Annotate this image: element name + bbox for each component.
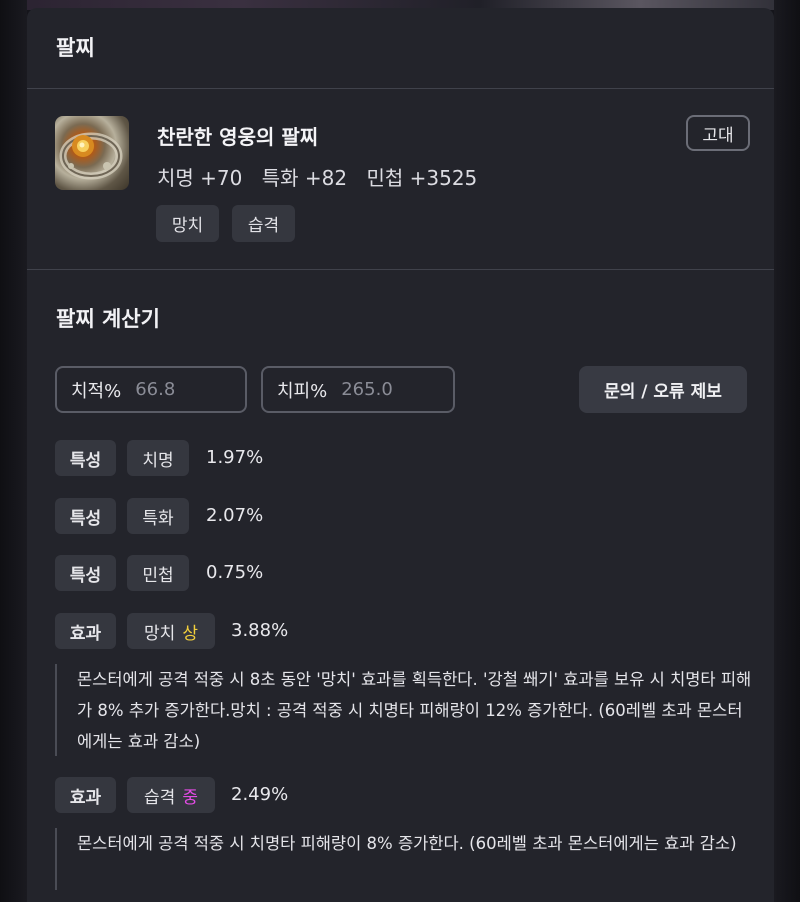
item-tag-raid: 습격 [232, 205, 295, 242]
item-tag-hammer: 망치 [156, 205, 219, 242]
row-kind-label: 특성 [55, 440, 116, 476]
effect-name: 습격 [144, 787, 176, 808]
row-kind-label: 특성 [55, 498, 116, 534]
row-percent: 2.07% [206, 505, 264, 526]
bracelet-panel: 팔찌 찬란한 영웅의 팔찌 치명 +70 특화 +82 민첩 +3525 고대 … [27, 8, 774, 902]
stat-crit: 치명 +70 [157, 166, 243, 190]
row-stat-name: 치명 [127, 440, 189, 476]
row-percent: 0.75% [206, 562, 264, 583]
left-backdrop [0, 0, 27, 902]
crit-damage-input[interactable]: 치피% 265.0 [261, 366, 455, 413]
effect-description: 몬스터에게 공격 적중 시 치명타 피해량이 8% 증가한다. (60레벨 초과… [55, 828, 755, 890]
effect-description: 몬스터에게 공격 적중 시 8초 동안 '망치' 효과를 획득한다. '강철 쐐… [55, 664, 755, 756]
crit-rate-placeholder: 66.8 [135, 379, 176, 400]
effect-grade-badge: 중 [182, 787, 198, 808]
stat-specialization: 특화 +82 [261, 166, 348, 190]
row-percent: 2.49% [231, 784, 289, 805]
crit-damage-label: 치피% [277, 380, 328, 402]
row-effect-name: 습격 중 [127, 777, 215, 813]
stat-dexterity: 민첩 +3525 [366, 166, 478, 190]
divider [27, 269, 774, 270]
row-effect-name: 망치 상 [127, 613, 215, 649]
row-stat-name: 특화 [127, 498, 189, 534]
row-percent: 1.97% [206, 447, 264, 468]
row-percent: 3.88% [231, 620, 289, 641]
row-kind-label: 효과 [55, 613, 116, 649]
crit-rate-input[interactable]: 치적% 66.8 [55, 366, 247, 413]
calculator-section-title: 팔찌 계산기 [56, 307, 160, 331]
effect-grade-badge: 상 [182, 623, 198, 644]
report-button[interactable]: 문의 / 오류 제보 [579, 366, 747, 413]
bracelet-section-title: 팔찌 [56, 36, 95, 60]
row-stat-name: 민첩 [127, 555, 189, 591]
right-backdrop [774, 0, 800, 902]
effect-name: 망치 [144, 623, 176, 644]
bracelet-icon [55, 116, 129, 190]
divider [27, 88, 774, 89]
crit-rate-label: 치적% [71, 380, 122, 402]
row-kind-label: 효과 [55, 777, 116, 813]
item-name: 찬란한 영웅의 팔찌 [157, 125, 319, 149]
crit-damage-placeholder: 265.0 [341, 379, 393, 400]
grade-badge: 고대 [686, 115, 750, 151]
item-stats: 치명 +70 특화 +82 민첩 +3525 [157, 162, 490, 191]
row-kind-label: 특성 [55, 555, 116, 591]
